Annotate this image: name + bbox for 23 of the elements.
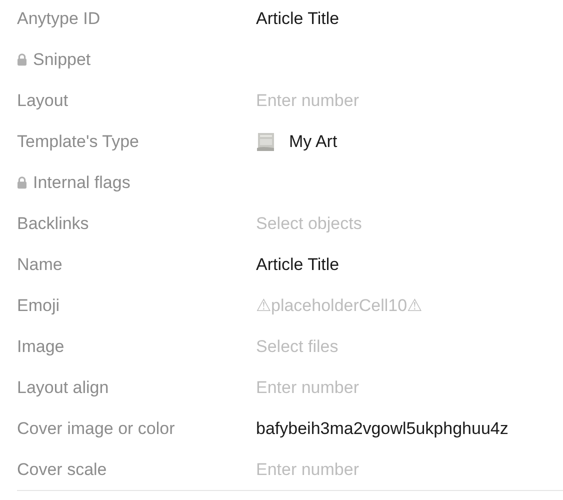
placeholder-text[interactable]: Enter number bbox=[256, 378, 359, 398]
relation-label: Cover scale bbox=[17, 460, 107, 480]
relation-label: Image bbox=[17, 336, 64, 356]
object-link[interactable]: My Art bbox=[289, 132, 338, 152]
relation-label: Cover image or color bbox=[17, 418, 175, 438]
relation-label: Snippet bbox=[33, 50, 91, 70]
placeholder-text[interactable]: Select objects bbox=[256, 214, 362, 234]
placeholder-text[interactable]: Select files bbox=[256, 336, 338, 356]
relation-label: Layout align bbox=[17, 378, 109, 398]
relation-value[interactable]: bafybeih3ma2vgowl5ukphghuu4z bbox=[256, 418, 508, 438]
relation-label: Name bbox=[17, 254, 62, 274]
relation-label: Anytype ID bbox=[17, 8, 100, 28]
placeholder-text[interactable]: ⚠placeholderCell10⚠ bbox=[256, 295, 422, 316]
placeholder-text[interactable]: Enter number bbox=[256, 90, 359, 110]
relation-label: Internal flags bbox=[33, 172, 130, 192]
relation-label: Layout bbox=[17, 90, 68, 110]
relation-label: Backlinks bbox=[17, 214, 89, 234]
relation-label: Template's Type bbox=[17, 132, 139, 152]
placeholder-text[interactable]: Enter number bbox=[256, 460, 359, 480]
relation-label: Emoji bbox=[17, 296, 60, 316]
document-icon bbox=[256, 132, 276, 152]
relation-value[interactable]: Article Title bbox=[256, 8, 340, 28]
relation-value[interactable]: Article Title bbox=[256, 254, 340, 274]
